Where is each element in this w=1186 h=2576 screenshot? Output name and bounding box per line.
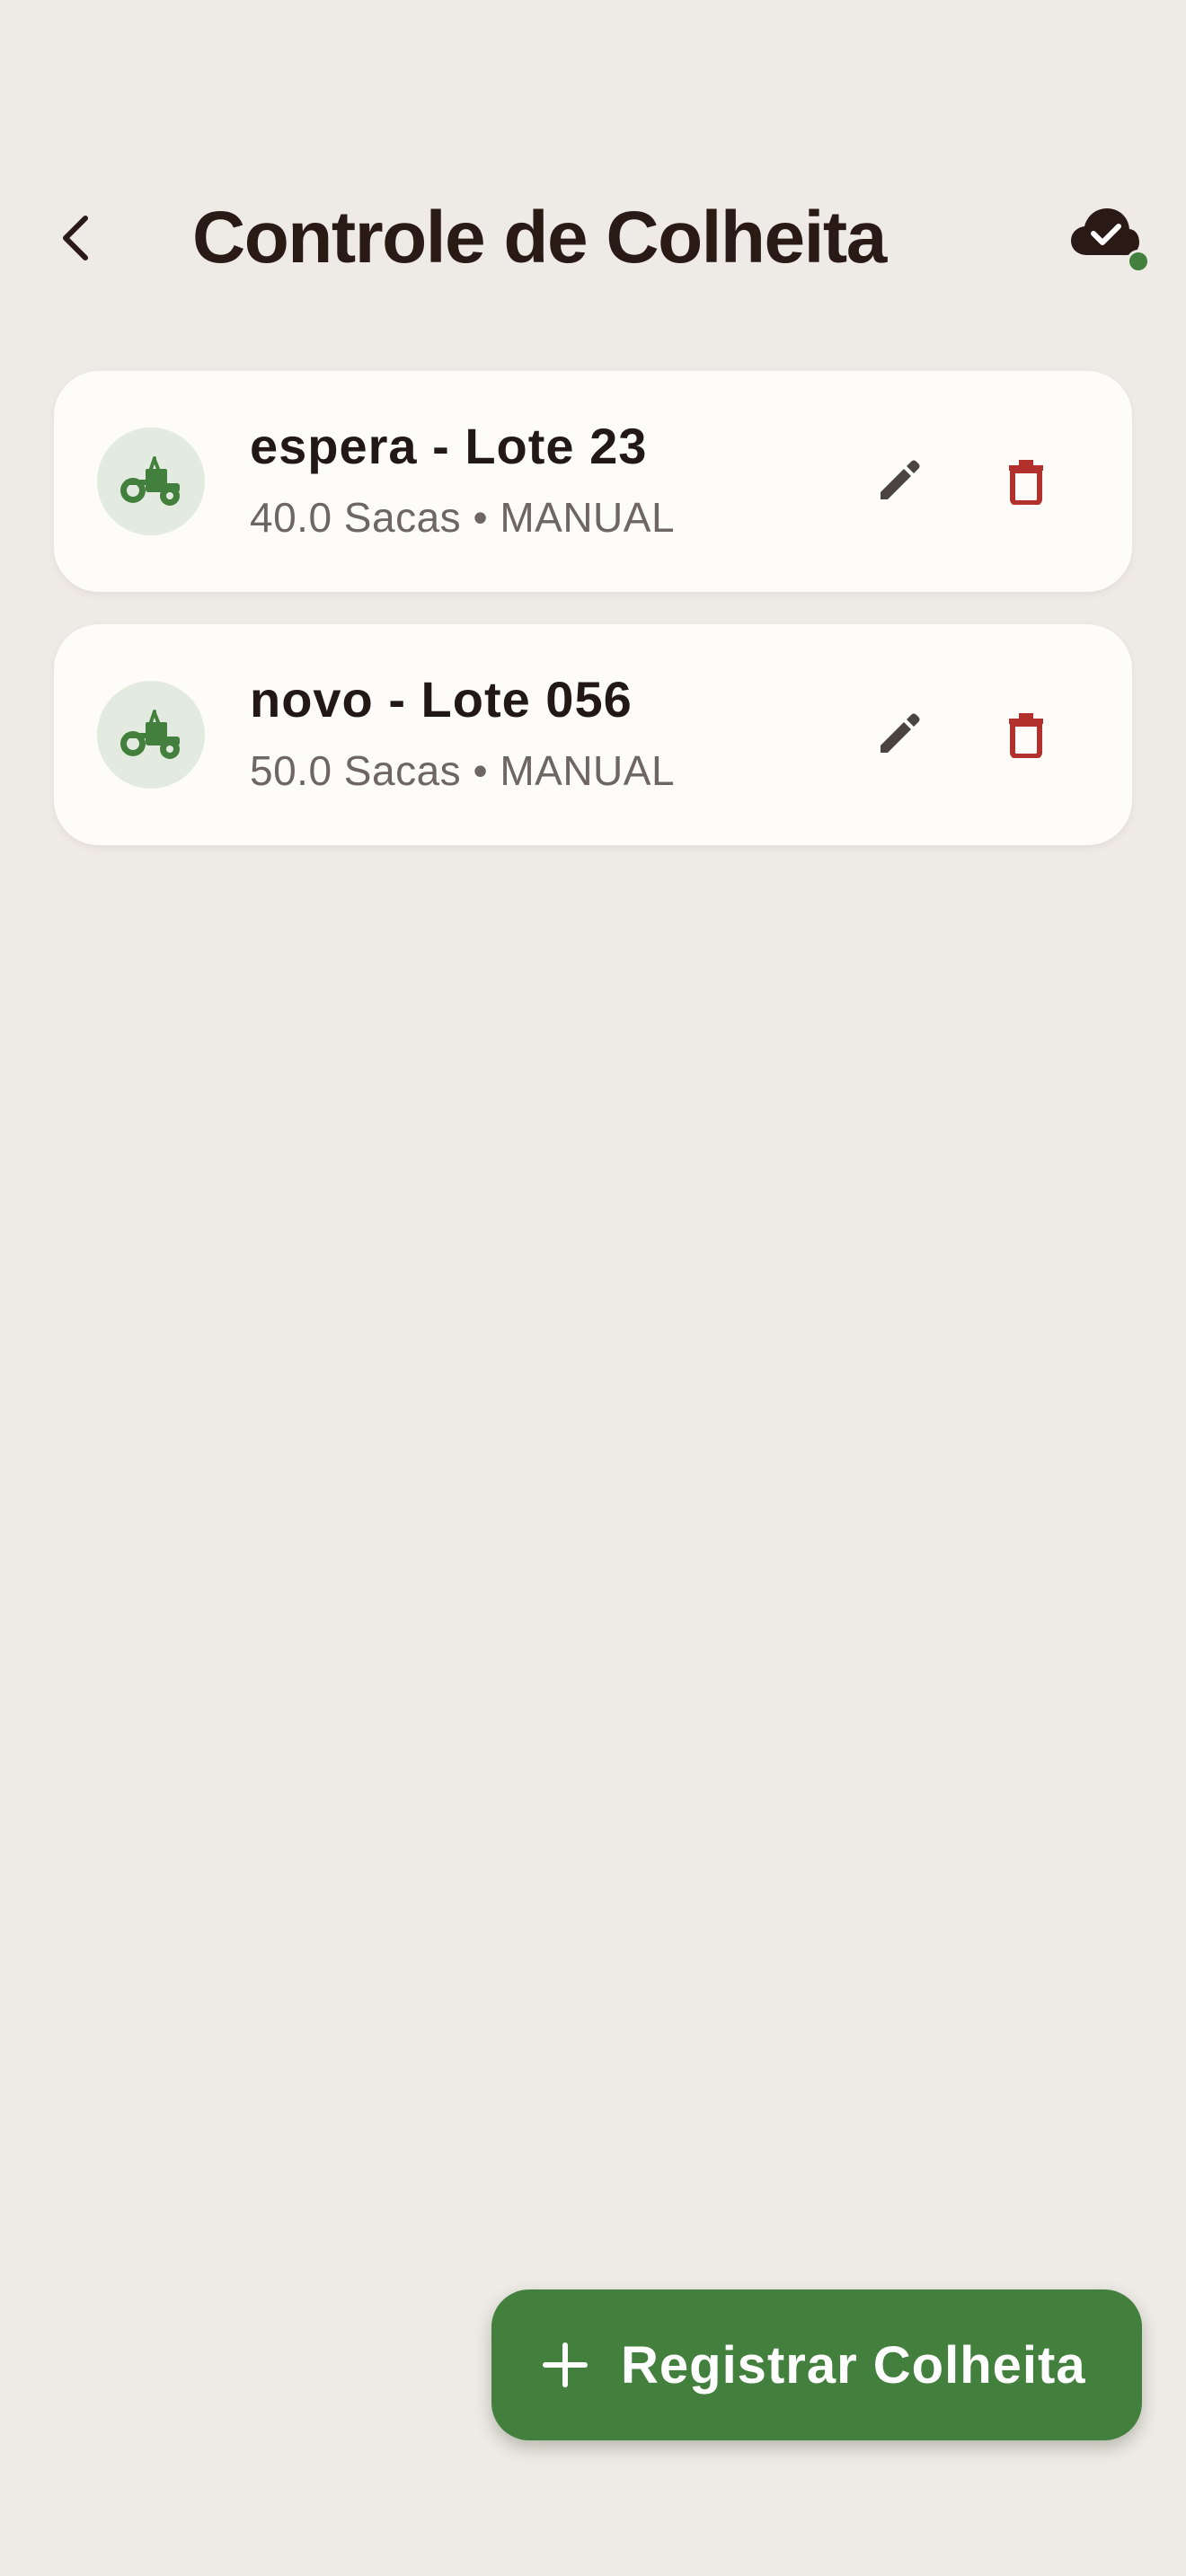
harvest-subtitle: 40.0 Sacas • MANUAL xyxy=(250,494,676,541)
harvest-card[interactable]: espera - Lote 23 40.0 Sacas • MANUAL xyxy=(54,371,1132,592)
harvest-icon-circle xyxy=(97,428,205,535)
trash-icon xyxy=(1009,713,1043,758)
chevron-left-icon xyxy=(63,216,88,260)
harvest-card[interactable]: novo - Lote 056 50.0 Sacas • MANUAL xyxy=(54,624,1132,845)
delete-button[interactable] xyxy=(981,690,1071,780)
pencil-icon xyxy=(881,713,920,753)
register-harvest-label: Registrar Colheita xyxy=(621,2336,1086,2395)
harvest-icon-circle xyxy=(97,681,205,789)
tractor-icon xyxy=(120,710,180,759)
plus-icon xyxy=(543,2342,588,2387)
tractor-icon xyxy=(120,456,180,506)
sync-status-button[interactable] xyxy=(1069,205,1150,277)
register-harvest-button[interactable]: Registrar Colheita xyxy=(491,2289,1142,2440)
edit-button[interactable] xyxy=(854,437,943,526)
page-title: Controle de Colheita xyxy=(192,197,887,278)
sync-status-indicator xyxy=(1127,250,1150,273)
harvest-subtitle: 50.0 Sacas • MANUAL xyxy=(250,747,676,794)
harvest-title: espera - Lote 23 xyxy=(250,418,648,474)
trash-icon xyxy=(1009,460,1043,505)
pencil-icon xyxy=(881,460,920,499)
app-header: Controle de Colheita xyxy=(0,171,1186,314)
harvest-title: novo - Lote 056 xyxy=(250,671,633,728)
edit-button[interactable] xyxy=(854,690,943,780)
back-button[interactable] xyxy=(36,198,117,278)
delete-button[interactable] xyxy=(981,437,1071,526)
